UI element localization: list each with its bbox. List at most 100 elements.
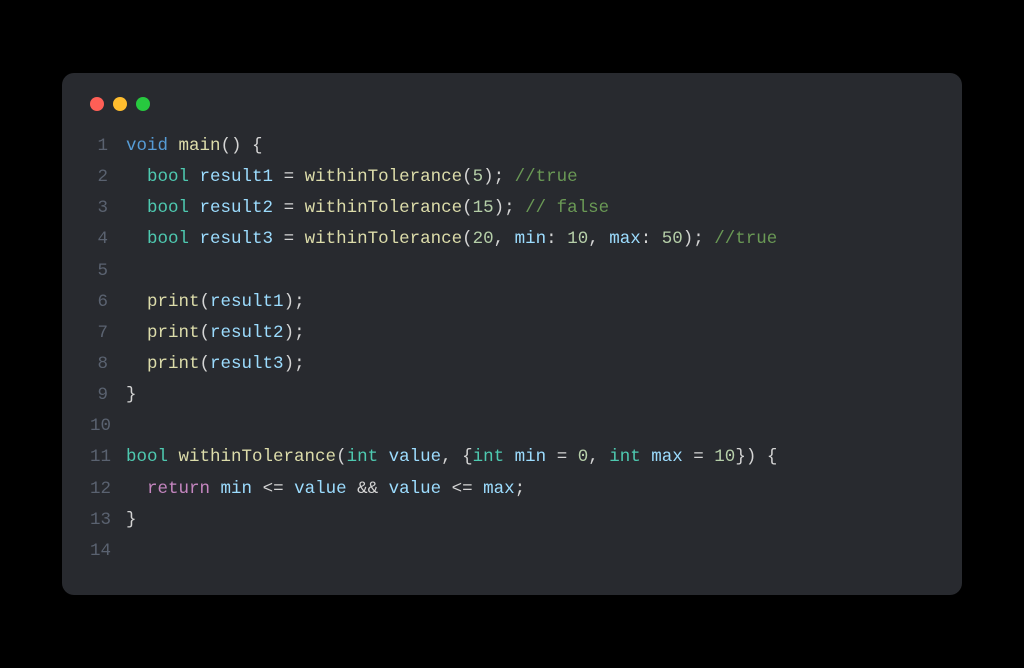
token-fn: withinTolerance <box>305 198 463 218</box>
line-number: 8 <box>90 349 126 380</box>
token-punc <box>504 447 515 467</box>
token-punc: ); <box>284 323 305 343</box>
line-number: 13 <box>90 505 126 536</box>
token-punc <box>168 136 179 156</box>
code-line: 2 bool result1 = withinTolerance(5); //t… <box>90 162 934 193</box>
code-content: } <box>126 505 934 536</box>
token-punc <box>126 198 147 218</box>
code-line: 13} <box>90 505 934 536</box>
code-content <box>126 536 934 567</box>
line-number: 1 <box>90 131 126 162</box>
token-var: value <box>294 479 347 499</box>
line-number: 9 <box>90 380 126 411</box>
token-param: min <box>515 229 547 249</box>
token-punc: ( <box>200 292 211 312</box>
token-num: 20 <box>473 229 494 249</box>
token-op: = <box>273 167 305 187</box>
token-kw-int: int <box>473 447 505 467</box>
token-punc: : <box>641 229 662 249</box>
token-fn: withinTolerance <box>179 447 337 467</box>
token-punc: : <box>546 229 567 249</box>
token-kw-bool: bool <box>147 229 189 249</box>
code-content: print(result1); <box>126 287 934 318</box>
token-punc: ( <box>462 198 473 218</box>
token-kw-return: return <box>147 479 210 499</box>
token-var: max <box>483 479 515 499</box>
token-op: && <box>347 479 389 499</box>
token-param: max <box>651 447 683 467</box>
token-op: = <box>546 447 578 467</box>
code-content: print(result3); <box>126 349 934 380</box>
token-punc: ); <box>494 198 526 218</box>
code-content: bool result1 = withinTolerance(5); //tru… <box>126 162 934 193</box>
token-punc <box>189 167 200 187</box>
token-punc: , <box>588 447 609 467</box>
token-punc: } <box>126 510 137 530</box>
token-punc: ( <box>336 447 347 467</box>
window-titlebar <box>90 97 934 111</box>
token-kw-bool: bool <box>147 198 189 218</box>
minimize-icon[interactable] <box>113 97 127 111</box>
line-number: 2 <box>90 162 126 193</box>
token-fn: withinTolerance <box>305 229 463 249</box>
token-punc: ; <box>515 479 526 499</box>
token-punc <box>189 198 200 218</box>
code-line: 4 bool result3 = withinTolerance(20, min… <box>90 224 934 255</box>
code-content <box>126 411 934 442</box>
code-content <box>126 256 934 287</box>
line-number: 14 <box>90 536 126 567</box>
token-num: 10 <box>567 229 588 249</box>
token-op: = <box>683 447 715 467</box>
token-op: <= <box>441 479 483 499</box>
maximize-icon[interactable] <box>136 97 150 111</box>
code-content: void main() { <box>126 131 934 162</box>
close-icon[interactable] <box>90 97 104 111</box>
code-line: 7 print(result2); <box>90 318 934 349</box>
token-num: 50 <box>662 229 683 249</box>
code-line: 12 return min <= value && value <= max; <box>90 474 934 505</box>
token-kw-bool: bool <box>147 167 189 187</box>
token-var: result2 <box>200 198 274 218</box>
code-window: 1void main() {2 bool result1 = withinTol… <box>62 73 962 595</box>
token-punc <box>210 479 221 499</box>
token-punc: , <box>588 229 609 249</box>
token-var: result1 <box>200 167 274 187</box>
token-kw-int: int <box>347 447 379 467</box>
token-fn: main <box>179 136 221 156</box>
token-punc: } <box>126 385 137 405</box>
token-punc <box>126 323 147 343</box>
token-var: value <box>389 479 442 499</box>
code-content: bool result3 = withinTolerance(20, min: … <box>126 224 934 255</box>
code-line: 5 <box>90 256 934 287</box>
code-line: 8 print(result3); <box>90 349 934 380</box>
token-fn: print <box>147 354 200 374</box>
token-param: max <box>609 229 641 249</box>
token-punc: ); <box>284 292 305 312</box>
token-punc: () { <box>221 136 263 156</box>
token-kw-bool: bool <box>126 447 168 467</box>
token-punc <box>126 354 147 374</box>
token-num: 0 <box>578 447 589 467</box>
token-punc: ); <box>284 354 305 374</box>
token-punc: }) { <box>735 447 777 467</box>
token-comment: // false <box>525 198 609 218</box>
code-line: 10 <box>90 411 934 442</box>
token-param: value <box>389 447 442 467</box>
code-line: 3 bool result2 = withinTolerance(15); //… <box>90 193 934 224</box>
token-punc: ( <box>462 167 473 187</box>
token-fn: print <box>147 323 200 343</box>
token-punc: ); <box>483 167 515 187</box>
line-number: 5 <box>90 256 126 287</box>
token-punc: , { <box>441 447 473 467</box>
token-punc <box>189 229 200 249</box>
token-op: <= <box>252 479 294 499</box>
token-param: min <box>515 447 547 467</box>
token-var: result3 <box>210 354 284 374</box>
line-number: 4 <box>90 224 126 255</box>
token-kw-void: void <box>126 136 168 156</box>
token-punc <box>126 292 147 312</box>
code-line: 1void main() { <box>90 131 934 162</box>
code-line: 6 print(result1); <box>90 287 934 318</box>
line-number: 7 <box>90 318 126 349</box>
code-content: } <box>126 380 934 411</box>
